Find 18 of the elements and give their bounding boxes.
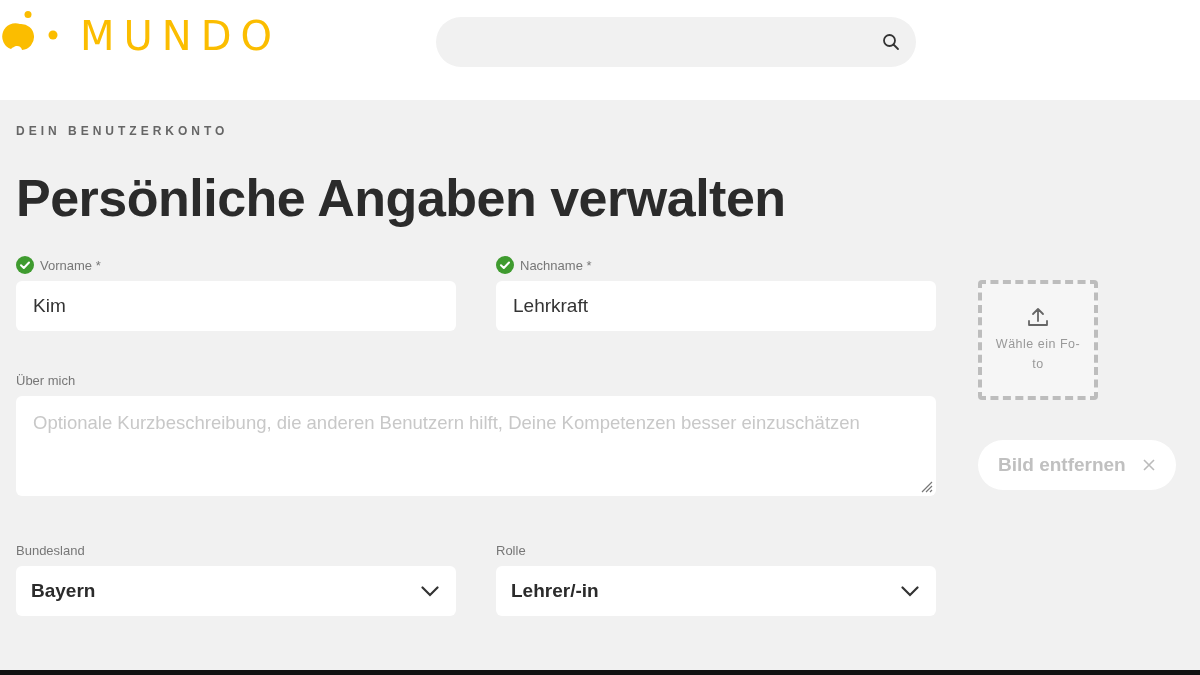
dropdown[interactable]: Bayern: [16, 566, 456, 616]
chevron-down-icon[interactable]: [421, 585, 439, 597]
field-label: Bundesland: [16, 542, 85, 558]
upload-label: Wähle ein Fo- to: [994, 336, 1082, 373]
search-icon[interactable]: [882, 33, 900, 51]
upload-icon: [1027, 306, 1049, 328]
section-label: DEIN BENUTZERKONTO: [16, 124, 230, 138]
page-title: Persönliche Angaben verwalten: [16, 168, 787, 228]
search-field[interactable]: [436, 17, 916, 67]
chevron-down-icon[interactable]: [901, 585, 919, 597]
resize-grip-icon[interactable]: [921, 481, 933, 493]
input-field[interactable]: Kim: [16, 281, 456, 331]
dropdown[interactable]: Lehrer/-in: [496, 566, 936, 616]
input-field[interactable]: Lehrkraft: [496, 281, 936, 331]
field-label: Über mich: [16, 372, 76, 388]
field-label: Vorname *: [40, 257, 101, 273]
field-label: Rolle: [496, 542, 526, 558]
field-label: Nachname *: [520, 257, 592, 273]
